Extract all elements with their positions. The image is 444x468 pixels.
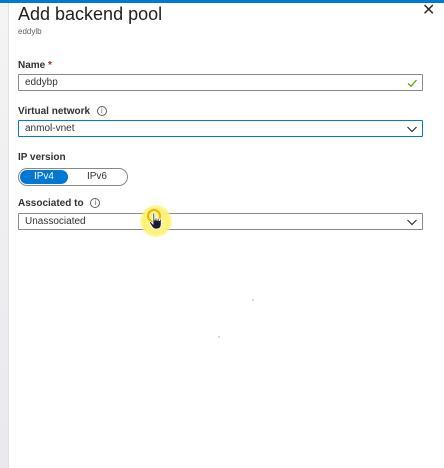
backend-pool-blade bbox=[9, 3, 444, 468]
speck bbox=[252, 299, 254, 301]
info-icon[interactable]: i bbox=[90, 198, 101, 209]
name-input-value: eddybp bbox=[25, 77, 58, 88]
ip-version-toggle: IPv4 IPv6 bbox=[18, 168, 128, 186]
checkmark-icon bbox=[407, 79, 417, 88]
required-marker: * bbox=[48, 60, 52, 71]
name-label-text: Name bbox=[18, 60, 46, 71]
associated-to-dropdown[interactable]: Unassociated bbox=[18, 213, 423, 230]
panel-subtitle: eddylb bbox=[18, 27, 42, 36]
virtual-network-dropdown[interactable]: anmol-vnet bbox=[18, 120, 423, 137]
chevron-down-icon bbox=[407, 126, 417, 133]
hand-pointer-icon bbox=[149, 212, 162, 230]
chevron-down-icon bbox=[407, 219, 417, 226]
panel-title: Add backend pool bbox=[18, 4, 163, 24]
associated-to-label-text: Associated to bbox=[18, 198, 84, 209]
virtual-network-value: anmol-vnet bbox=[25, 123, 75, 134]
virtual-network-label-text: Virtual network bbox=[18, 106, 91, 117]
ip-version-option-ipv4[interactable]: IPv4 bbox=[20, 170, 68, 184]
close-icon[interactable]: ✕ bbox=[422, 3, 435, 19]
ip-version-label: IP version bbox=[18, 152, 66, 163]
associated-to-value: Unassociated bbox=[25, 216, 86, 227]
virtual-network-label: Virtual network i bbox=[18, 106, 107, 117]
associated-to-label: Associated to i bbox=[18, 198, 101, 209]
ip-version-option-ipv6[interactable]: IPv6 bbox=[75, 170, 119, 184]
left-edge-strip bbox=[0, 3, 9, 468]
speck bbox=[218, 336, 220, 338]
info-icon[interactable]: i bbox=[96, 106, 107, 117]
name-input[interactable]: eddybp bbox=[18, 74, 423, 91]
name-label: Name * bbox=[18, 60, 52, 71]
